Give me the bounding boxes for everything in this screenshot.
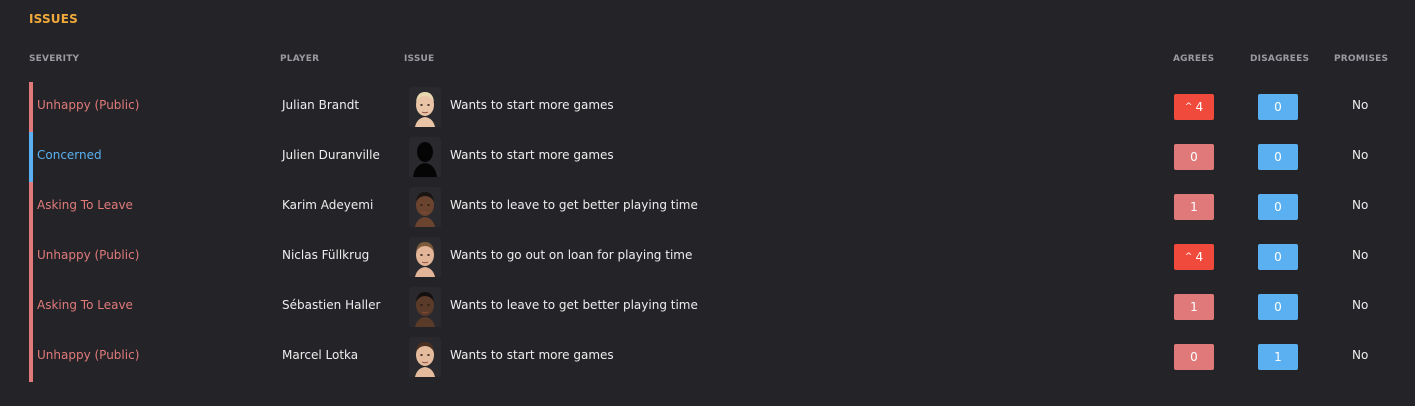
promises-value: No bbox=[1352, 98, 1369, 112]
column-header-severity[interactable]: SEVERITY bbox=[29, 54, 79, 64]
issue-text: Wants to start more games bbox=[450, 148, 614, 162]
table-row[interactable]: Unhappy (Public) Julian Brandt Wants to st… bbox=[29, 82, 1399, 132]
column-header-promises[interactable]: PROMISES bbox=[1334, 54, 1388, 64]
player-name-link[interactable]: Marcel Lotka bbox=[282, 348, 358, 362]
issue-text: Wants to leave to get better playing tim… bbox=[450, 298, 698, 312]
agrees-count: 4 bbox=[1195, 250, 1204, 264]
promises-value: No bbox=[1352, 298, 1369, 312]
issue-text: Wants to leave to get better playing tim… bbox=[450, 198, 698, 212]
severity-label: Asking To Leave bbox=[37, 298, 133, 312]
player-name-link[interactable]: Julian Brandt bbox=[282, 98, 359, 112]
column-header-issue[interactable]: ISSUE bbox=[404, 54, 434, 64]
agrees-badge[interactable]: ^ 4 bbox=[1174, 244, 1214, 270]
player-name-link[interactable]: Julien Duranville bbox=[282, 148, 380, 162]
disagrees-badge[interactable]: 0 bbox=[1258, 144, 1298, 170]
promises-value: No bbox=[1352, 348, 1369, 362]
severity-label: Concerned bbox=[37, 148, 102, 162]
disagrees-badge[interactable]: 0 bbox=[1258, 94, 1298, 120]
column-header-agrees[interactable]: AGREES bbox=[1173, 54, 1214, 64]
table-row[interactable]: Unhappy (Public) Marcel Lotka Wants to sta… bbox=[29, 332, 1399, 382]
disagrees-badge[interactable]: 0 bbox=[1258, 244, 1298, 270]
player-face-icon[interactable] bbox=[409, 187, 441, 227]
severity-indicator bbox=[29, 82, 33, 132]
table-row[interactable]: Unhappy (Public) Niclas Füllkrug Wants to … bbox=[29, 232, 1399, 282]
agrees-badge[interactable]: 1 bbox=[1174, 194, 1214, 220]
table-row[interactable]: Asking To Leave Sébastien Haller Wants to … bbox=[29, 282, 1399, 332]
player-silhouette-icon[interactable] bbox=[409, 137, 441, 177]
trend-up-icon: ^ bbox=[1184, 102, 1193, 112]
severity-indicator bbox=[29, 132, 33, 182]
severity-label: Unhappy (Public) bbox=[37, 98, 140, 112]
agrees-count: 4 bbox=[1195, 100, 1204, 114]
issues-panel: ISSUES SEVERITY PLAYER ISSUE AGREES DISA… bbox=[0, 0, 1415, 406]
agrees-badge[interactable]: 0 bbox=[1174, 344, 1214, 370]
issue-text: Wants to go out on loan for playing time bbox=[450, 248, 693, 262]
promises-value: No bbox=[1352, 248, 1369, 262]
player-face-icon[interactable] bbox=[409, 287, 441, 327]
promises-value: No bbox=[1352, 198, 1369, 212]
player-name-link[interactable]: Karim Adeyemi bbox=[282, 198, 373, 212]
severity-indicator bbox=[29, 332, 33, 382]
player-face-icon[interactable] bbox=[409, 87, 441, 127]
agrees-count: 1 bbox=[1190, 200, 1198, 214]
player-face-icon[interactable] bbox=[409, 237, 441, 277]
player-face-icon[interactable] bbox=[409, 337, 441, 377]
trend-up-icon: ^ bbox=[1184, 252, 1193, 262]
agrees-count: 0 bbox=[1190, 150, 1198, 164]
table-row[interactable]: Asking To Leave Karim Adeyemi Wants to lea… bbox=[29, 182, 1399, 232]
severity-label: Asking To Leave bbox=[37, 198, 133, 212]
severity-label: Unhappy (Public) bbox=[37, 348, 140, 362]
table-row[interactable]: Concerned Julien Duranville Wants to start… bbox=[29, 132, 1399, 182]
issue-text: Wants to start more games bbox=[450, 348, 614, 362]
severity-indicator bbox=[29, 182, 33, 232]
severity-label: Unhappy (Public) bbox=[37, 248, 140, 262]
agrees-count: 1 bbox=[1190, 300, 1198, 314]
agrees-badge[interactable]: 1 bbox=[1174, 294, 1214, 320]
player-name-link[interactable]: Niclas Füllkrug bbox=[282, 248, 369, 262]
agrees-badge[interactable]: 0 bbox=[1174, 144, 1214, 170]
disagrees-badge[interactable]: 0 bbox=[1258, 194, 1298, 220]
issue-text: Wants to start more games bbox=[450, 98, 614, 112]
disagrees-badge[interactable]: 0 bbox=[1258, 294, 1298, 320]
player-name-link[interactable]: Sébastien Haller bbox=[282, 298, 380, 312]
column-header-player[interactable]: PLAYER bbox=[280, 54, 319, 64]
severity-indicator bbox=[29, 232, 33, 282]
column-header-disagrees[interactable]: DISAGREES bbox=[1250, 54, 1309, 64]
agrees-count: 0 bbox=[1190, 350, 1198, 364]
promises-value: No bbox=[1352, 148, 1369, 162]
disagrees-badge[interactable]: 1 bbox=[1258, 344, 1298, 370]
panel-title: ISSUES bbox=[29, 12, 78, 26]
agrees-badge[interactable]: ^ 4 bbox=[1174, 94, 1214, 120]
severity-indicator bbox=[29, 282, 33, 332]
